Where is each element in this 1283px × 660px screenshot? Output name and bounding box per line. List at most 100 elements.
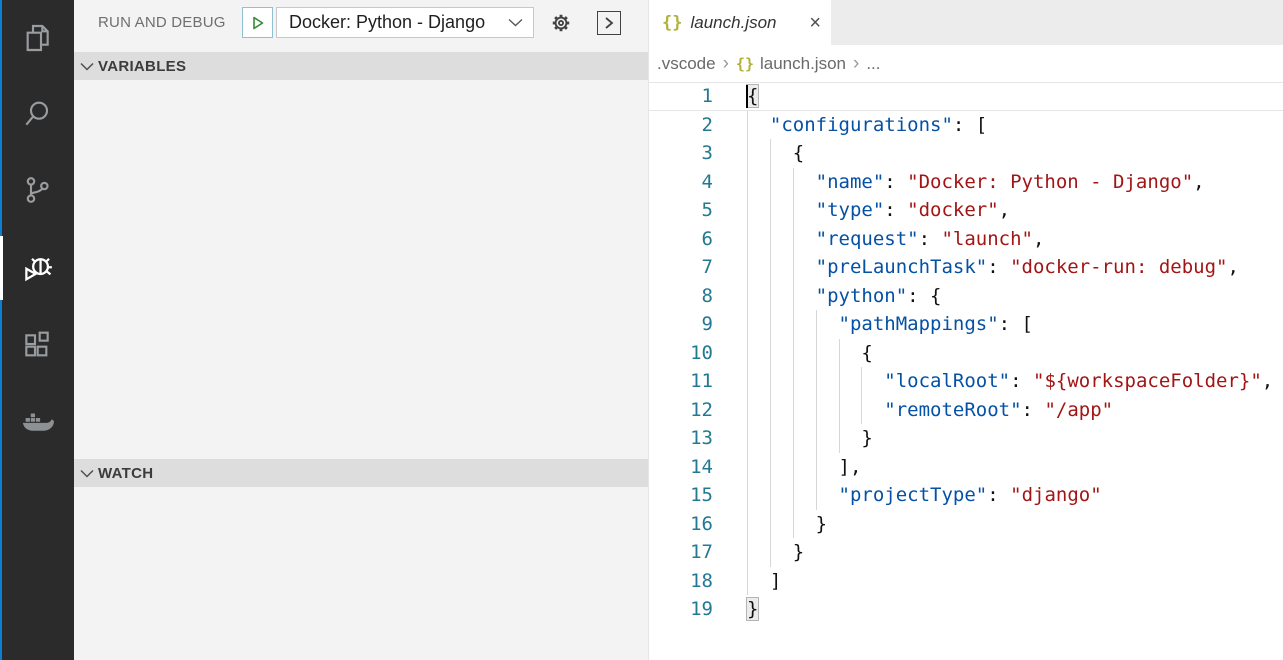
- indent-guide: [747, 367, 748, 396]
- sidebar-toolbar: RUN AND DEBUG Docker: Python - Django: [74, 0, 648, 46]
- json-braces-icon: {}: [736, 55, 754, 73]
- indent-guide: [861, 396, 862, 425]
- line-number[interactable]: 3: [649, 139, 713, 168]
- code-line[interactable]: 8"python": {: [649, 282, 1283, 311]
- line-number[interactable]: 17: [649, 538, 713, 567]
- code-line[interactable]: 9 "pathMappings": [: [649, 310, 1283, 339]
- json-braces-icon: {}: [662, 13, 682, 33]
- code-line[interactable]: 2"configurations": [: [649, 111, 1283, 140]
- line-number[interactable]: 16: [649, 510, 713, 539]
- line-number[interactable]: 13: [649, 424, 713, 453]
- line-number[interactable]: 15: [649, 481, 713, 510]
- json-punctuation: ,: [999, 199, 1010, 221]
- indent-guide: [816, 453, 817, 482]
- json-key: "python": [816, 285, 908, 307]
- json-punctuation: }: [747, 598, 758, 620]
- line-number[interactable]: 7: [649, 253, 713, 282]
- activity-item-source-control[interactable]: [0, 152, 74, 228]
- code-line[interactable]: 11"localRoot": "${workspaceFolder}",: [649, 367, 1283, 396]
- tab-bar: {} launch.json ×: [649, 0, 1283, 45]
- line-content: }: [747, 510, 1283, 539]
- code-line[interactable]: 5"type": "docker",: [649, 196, 1283, 225]
- line-content: "name": "Docker: Python - Django",: [747, 168, 1283, 197]
- line-number[interactable]: 14: [649, 453, 713, 482]
- indent-guide: [770, 253, 771, 282]
- activity-item-docker[interactable]: [0, 384, 74, 460]
- indent-guide: [747, 424, 748, 453]
- breadcrumb-item-file[interactable]: launch.json: [760, 54, 846, 74]
- json-string: "docker": [907, 199, 999, 221]
- indent-guide: [770, 538, 771, 567]
- close-icon[interactable]: ×: [809, 13, 821, 33]
- panel-chevron-icon: [597, 11, 621, 35]
- indent-guide: [839, 367, 840, 396]
- code-line[interactable]: 13}: [649, 424, 1283, 453]
- indent-guide: [770, 139, 771, 168]
- line-number[interactable]: 19: [649, 595, 713, 624]
- tab-launch-json[interactable]: {} launch.json ×: [649, 0, 831, 45]
- indent-guide: [793, 282, 794, 311]
- active-indicator: [0, 236, 3, 300]
- line-number[interactable]: 9: [649, 310, 713, 339]
- open-debug-console-button[interactable]: [595, 9, 623, 37]
- json-punctuation: ,: [1227, 256, 1238, 278]
- line-number[interactable]: 6: [649, 225, 713, 254]
- activity-item-explorer[interactable]: [0, 0, 74, 76]
- indent-guide: [770, 168, 771, 197]
- indent-guide: [793, 481, 794, 510]
- indent-guide: [793, 424, 794, 453]
- code-line[interactable]: 15"projectType": "django": [649, 481, 1283, 510]
- line-number[interactable]: 4: [649, 168, 713, 197]
- activity-item-run-and-debug[interactable]: [0, 230, 74, 306]
- line-number[interactable]: 8: [649, 282, 713, 311]
- json-punctuation: ]: [770, 570, 781, 592]
- indent-guide: [839, 396, 840, 425]
- code-line[interactable]: 14],: [649, 453, 1283, 482]
- activity-item-search[interactable]: [0, 76, 74, 152]
- code-line[interactable]: 12"remoteRoot": "/app": [649, 396, 1283, 425]
- line-content: "pathMappings": [: [747, 310, 1283, 339]
- indent-guide: [747, 225, 748, 254]
- json-key: "request": [816, 228, 919, 250]
- line-number[interactable]: 1: [649, 82, 713, 111]
- indent-guide: [770, 481, 771, 510]
- activity-bar: [0, 0, 74, 660]
- code-line[interactable]: 4 "name": "Docker: Python - Django",: [649, 168, 1283, 197]
- code-line[interactable]: 17}: [649, 538, 1283, 567]
- debug-config-label: Docker: Python - Django: [289, 12, 508, 33]
- code-line[interactable]: 6"request": "launch",: [649, 225, 1283, 254]
- code-line[interactable]: 1{: [649, 82, 1283, 111]
- section-header-watch[interactable]: WATCH: [74, 459, 648, 487]
- code-line[interactable]: 10 {: [649, 339, 1283, 368]
- line-number[interactable]: 12: [649, 396, 713, 425]
- breadcrumb-item-symbol[interactable]: ...: [866, 54, 880, 74]
- chevron-down-icon: [508, 18, 523, 27]
- code-line[interactable]: 18]: [649, 567, 1283, 596]
- play-icon: [250, 15, 266, 31]
- code-line[interactable]: 7"preLaunchTask": "docker-run: debug",: [649, 253, 1283, 282]
- json-key: "type": [816, 199, 885, 221]
- indent-guide: [770, 396, 771, 425]
- json-string: "docker-run: debug": [1010, 256, 1227, 278]
- line-number[interactable]: 18: [649, 567, 713, 596]
- line-number[interactable]: 10: [649, 339, 713, 368]
- line-number[interactable]: 5: [649, 196, 713, 225]
- debug-config-dropdown[interactable]: Docker: Python - Django: [276, 7, 534, 38]
- section-header-variables[interactable]: VARIABLES: [74, 52, 648, 80]
- json-punctuation: : [: [999, 313, 1033, 335]
- code-line[interactable]: 16}: [649, 510, 1283, 539]
- json-string: "${workspaceFolder}": [1033, 370, 1262, 392]
- line-content: {: [747, 339, 1283, 368]
- json-punctuation: }: [816, 513, 827, 535]
- code-line[interactable]: 3{: [649, 139, 1283, 168]
- settings-gear-button[interactable]: [547, 9, 575, 37]
- line-number[interactable]: 2: [649, 111, 713, 140]
- breadcrumb-item-vscode[interactable]: .vscode: [657, 54, 716, 74]
- line-content: {: [747, 82, 1283, 111]
- code-line[interactable]: 19}: [649, 595, 1283, 624]
- activity-item-extensions[interactable]: [0, 306, 74, 382]
- start-debug-button[interactable]: [242, 7, 273, 38]
- line-number[interactable]: 11: [649, 367, 713, 396]
- json-key: "pathMappings": [839, 313, 999, 335]
- debug-icon: [20, 251, 54, 285]
